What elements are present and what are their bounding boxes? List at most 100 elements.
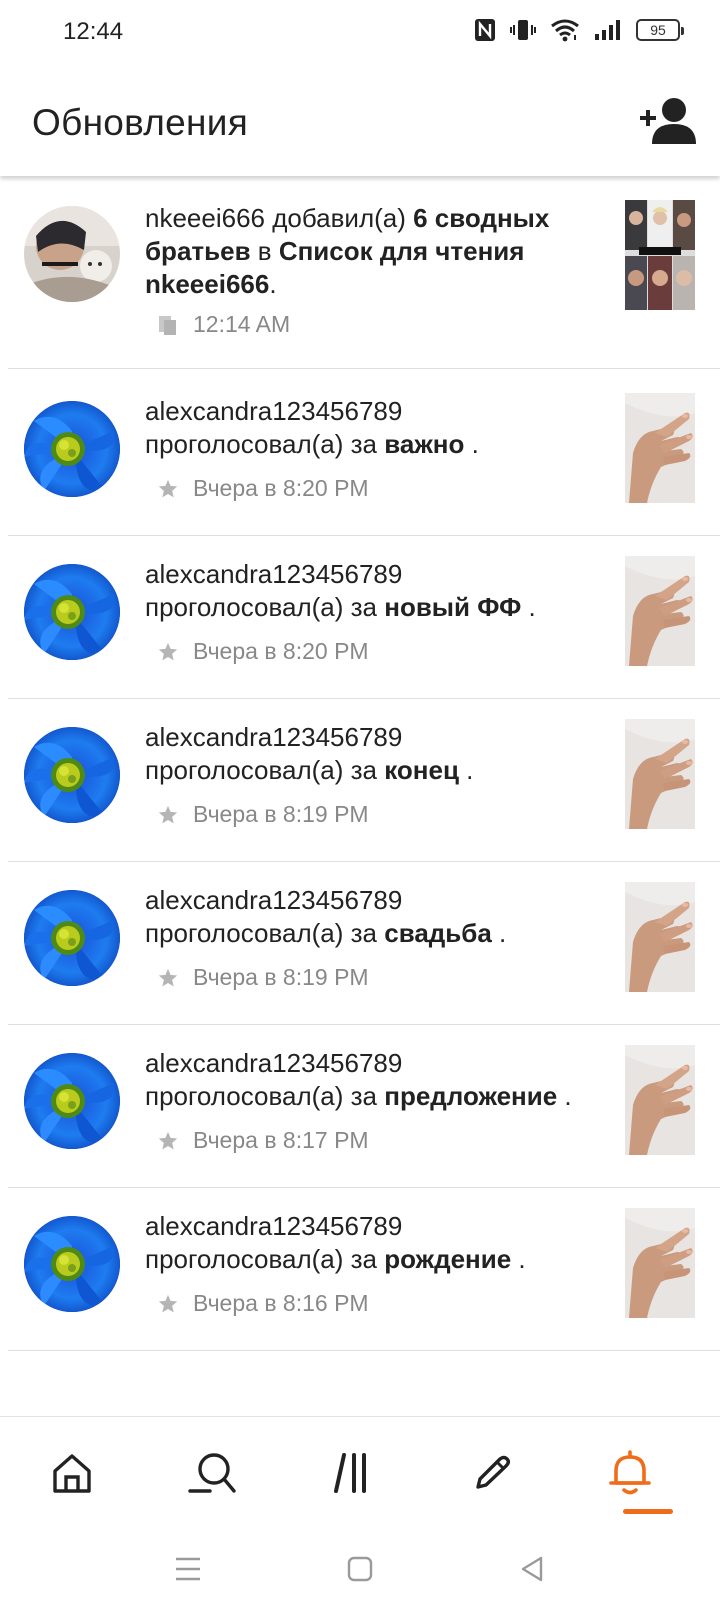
nav-library-button[interactable]: [322, 1445, 382, 1501]
user-avatar[interactable]: [24, 890, 120, 986]
home-square-icon: [347, 1556, 373, 1582]
feed-item[interactable]: nkeeei666 добавил(а) 6 сводных братьев в…: [0, 176, 720, 369]
back-button[interactable]: [512, 1552, 552, 1586]
story-part-link[interactable]: рождение: [384, 1244, 511, 1274]
feed-item-text: nkeeei666 добавил(а) 6 сводных братьев в…: [145, 202, 600, 301]
end-text: .: [458, 755, 474, 785]
nfc-icon: [474, 18, 496, 42]
story-part-link[interactable]: новый ФФ: [384, 592, 521, 622]
feed-item-meta: Вчера в 8:20 PM: [157, 475, 369, 502]
add-person-icon: [640, 98, 696, 144]
battery-icon: 95: [636, 19, 684, 41]
end-text: .: [557, 1081, 572, 1111]
add-person-button[interactable]: [638, 96, 698, 146]
story-cover[interactable]: [625, 556, 695, 666]
reading-list-icon: [159, 315, 176, 335]
story-cover[interactable]: [625, 719, 695, 829]
flower-avatar-image: [24, 890, 120, 986]
status-time: 12:44: [63, 18, 124, 45]
user-avatar[interactable]: [24, 206, 120, 302]
feed-item-time: Вчера в 8:20 PM: [193, 638, 369, 664]
feed-item-text: alexcandra123456789 проголосовал(а) за н…: [145, 558, 600, 624]
divider: [8, 1350, 720, 1351]
feed-item-time: Вчера в 8:16 PM: [193, 1290, 369, 1316]
feed-item-meta: Вчера в 8:16 PM: [157, 1290, 369, 1317]
flower-avatar-image: [24, 401, 120, 497]
feed-item-text: alexcandra123456789 проголосовал(а) за р…: [145, 1210, 600, 1276]
story-part-link[interactable]: конец: [384, 755, 459, 785]
flower-avatar-image: [24, 1053, 120, 1149]
nav-search-button[interactable]: [182, 1445, 242, 1501]
story-cover[interactable]: [625, 200, 695, 310]
user-avatar[interactable]: [24, 564, 120, 660]
nav-write-button[interactable]: [462, 1445, 522, 1501]
feed-item[interactable]: alexcandra123456789 проголосовал(а) за в…: [0, 369, 720, 536]
action-text: проголосовал(а) за: [145, 918, 385, 948]
connector-text: в: [250, 236, 279, 266]
star-icon: [158, 642, 178, 660]
username-link[interactable]: nkeeei666: [145, 203, 265, 233]
story-cover[interactable]: [625, 882, 695, 992]
feed-item[interactable]: alexcandra123456789 проголосовал(а) за р…: [0, 1184, 720, 1351]
username-link[interactable]: alexcandra123456789: [145, 559, 402, 589]
username-link[interactable]: alexcandra123456789: [145, 722, 402, 752]
action-text: проголосовал(а) за: [145, 1081, 385, 1111]
end-text: .: [511, 1244, 526, 1274]
feed-item-meta: 12:14 AM: [157, 311, 290, 338]
feed-item-meta: Вчера в 8:19 PM: [157, 964, 369, 991]
feed-item-time: 12:14 AM: [193, 311, 291, 337]
flower-avatar-image: [24, 727, 120, 823]
feed-item-meta: Вчера в 8:19 PM: [157, 801, 369, 828]
username-link[interactable]: alexcandra123456789: [145, 885, 402, 915]
nav-home-button[interactable]: [42, 1445, 102, 1501]
feed-item[interactable]: alexcandra123456789 проголосовал(а) за н…: [0, 532, 720, 699]
action-text: проголосовал(а) за: [145, 592, 385, 622]
app-header: Обновления: [0, 66, 720, 176]
wifi-icon: [550, 18, 580, 42]
updates-feed: nkeeei666 добавил(а) 6 сводных братьев в…: [0, 176, 720, 1416]
nav-notifications-button[interactable]: [600, 1445, 660, 1501]
system-nav-bar: [0, 1526, 720, 1612]
feed-item[interactable]: alexcandra123456789 проголосовал(а) за п…: [0, 1021, 720, 1188]
recents-button[interactable]: [168, 1552, 208, 1586]
user-avatar[interactable]: [24, 1053, 120, 1149]
username-link[interactable]: alexcandra123456789: [145, 1211, 402, 1241]
username-link[interactable]: alexcandra123456789: [145, 396, 402, 426]
story-part-link[interactable]: свадьба: [384, 918, 492, 948]
back-triangle-icon: [521, 1556, 543, 1582]
feed-item[interactable]: alexcandra123456789 проголосовал(а) за с…: [0, 858, 720, 1025]
user-avatar[interactable]: [24, 727, 120, 823]
notifications-icon: [609, 1450, 651, 1495]
page-title: Обновления: [32, 102, 249, 143]
vibrate-icon: [510, 18, 536, 42]
story-cover[interactable]: [625, 1045, 695, 1155]
feed-item[interactable]: alexcandra123456789 проголосовал(а) за к…: [0, 695, 720, 862]
flower-avatar-image: [24, 1216, 120, 1312]
action-text: проголосовал(а) за: [145, 1244, 385, 1274]
flower-avatar-image: [24, 564, 120, 660]
story-cover[interactable]: [625, 393, 695, 503]
feed-item-text: alexcandra123456789 проголосовал(а) за с…: [145, 884, 600, 950]
feed-item-text: alexcandra123456789 проголосовал(а) за в…: [145, 395, 600, 461]
status-bar: 12:44 95: [0, 0, 720, 66]
feed-item-meta: Вчера в 8:20 PM: [157, 638, 369, 665]
user-avatar[interactable]: [24, 1216, 120, 1312]
home-system-button[interactable]: [340, 1552, 380, 1586]
search-icon: [188, 1453, 236, 1493]
story-part-link[interactable]: важно: [384, 429, 464, 459]
username-link[interactable]: alexcandra123456789: [145, 1048, 402, 1078]
feed-item-time: Вчера в 8:20 PM: [193, 475, 369, 501]
story-cover[interactable]: [625, 1208, 695, 1318]
user-avatar[interactable]: [24, 401, 120, 497]
feed-item-text: alexcandra123456789 проголосовал(а) за п…: [145, 1047, 600, 1113]
feed-item-time: Вчера в 8:19 PM: [193, 964, 369, 990]
write-icon: [476, 1455, 510, 1489]
end-text: .: [491, 918, 507, 948]
battery-level: 95: [650, 22, 666, 38]
feed-item-time: Вчера в 8:19 PM: [193, 801, 369, 827]
signal-icon: [594, 18, 622, 42]
action-text: проголосовал(а) за: [145, 429, 385, 459]
home-icon: [53, 1454, 91, 1493]
star-icon: [158, 1294, 178, 1312]
story-part-link[interactable]: предложение: [384, 1081, 557, 1111]
